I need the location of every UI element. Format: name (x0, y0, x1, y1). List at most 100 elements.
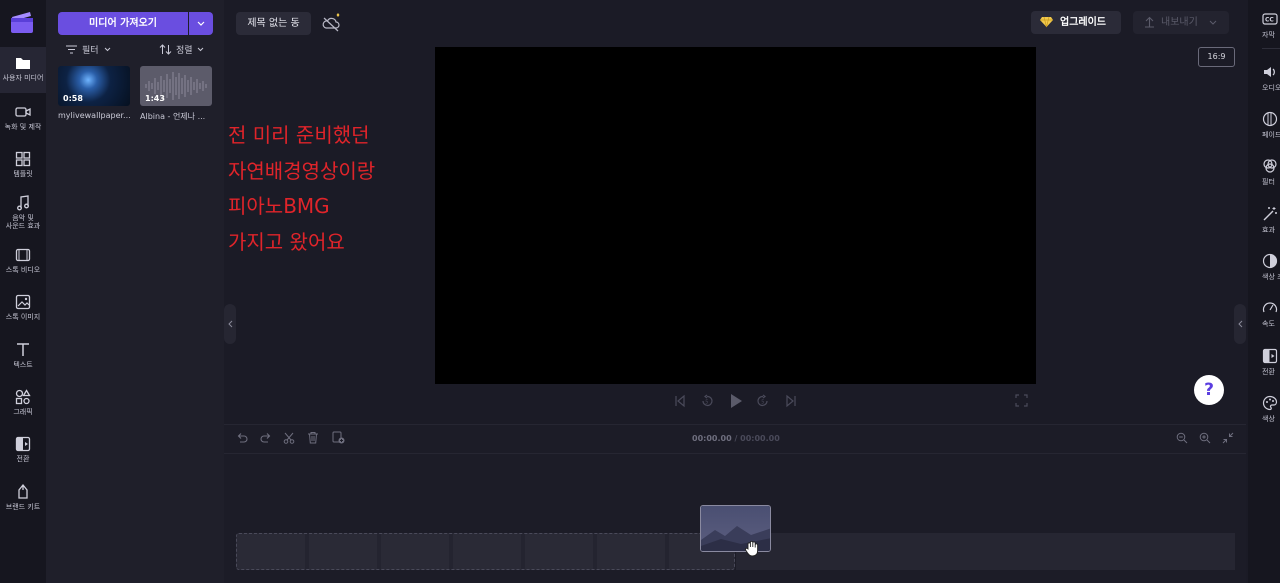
overlay-caption: 전 미리 준비했던 자연배경영상이랑 피아노BMG 가지고 왔어요 (228, 118, 375, 260)
rail-item-speed[interactable]: 속도 (1262, 300, 1280, 329)
sort-arrows-icon (159, 44, 172, 55)
rail-item-filters[interactable]: 필터 (1262, 158, 1280, 187)
scissors-icon[interactable] (283, 432, 295, 444)
rail-label: 사용자 미디어 (2, 74, 44, 82)
app-logo-icon[interactable] (10, 12, 34, 34)
rail-item-color[interactable]: 색상 (1262, 395, 1280, 424)
svg-text:CC: CC (1265, 17, 1274, 24)
media-panel: 미디어 가져오기 필터 정렬 0:58 mylivewallpaper... 1… (46, 0, 224, 583)
filter-button[interactable]: 필터 (66, 43, 111, 56)
skip-back-icon[interactable] (673, 394, 687, 408)
rail-label: 스톡 이미지 (5, 313, 41, 321)
media-duration: 1:43 (145, 94, 165, 103)
zoom-in-icon[interactable] (1199, 432, 1211, 444)
filter-lines-icon (66, 45, 77, 54)
media-duration: 0:58 (63, 94, 83, 103)
caption-line: 자연배경영상이랑 (228, 158, 376, 183)
upgrade-button[interactable]: 업그레이드 (1031, 11, 1121, 34)
rail-item-stock-image[interactable]: 스톡 이미지 (0, 293, 46, 321)
timecode: 00:00.00 / 00:00.00 (692, 434, 780, 443)
transition-icon (1262, 348, 1278, 364)
rail-item-audio[interactable]: 오디오 (1262, 64, 1280, 93)
svg-text:5: 5 (705, 400, 708, 406)
rail-label: 그래픽 (13, 408, 33, 416)
cloud-sync-off-icon[interactable] (322, 12, 342, 34)
collapse-right-panel-button[interactable] (1234, 304, 1246, 344)
import-dropdown-button[interactable] (189, 12, 213, 35)
media-thumbnail[interactable]: 0:58 (58, 66, 130, 106)
rail-item-stock-video[interactable]: 스톡 비디오 (0, 246, 46, 274)
filter-label: 필터 (82, 46, 99, 56)
trash-icon[interactable] (307, 431, 319, 444)
rail-item-user-media[interactable]: 사용자 미디어 (0, 47, 46, 93)
rail-item-captions[interactable]: CC 자막 (1262, 11, 1280, 40)
rail-item-effects[interactable]: 효과 (1262, 206, 1280, 235)
upload-icon (1144, 16, 1155, 28)
color-adjust-icon (1262, 253, 1278, 269)
chevron-down-icon (197, 21, 205, 26)
project-title-button[interactable]: 제목 없는 동 (236, 12, 311, 35)
chevron-left-icon (228, 320, 233, 328)
filter-icon (1262, 158, 1278, 174)
rail-item-color-adjust[interactable]: 색상 조 (1262, 253, 1280, 282)
fade-icon (1262, 111, 1278, 127)
timeline-track[interactable] (736, 533, 1235, 570)
svg-text:5: 5 (761, 400, 764, 406)
rail-item-graphics[interactable]: 그래픽 (0, 388, 46, 416)
brand-kit-icon (14, 483, 32, 501)
folder-icon (14, 54, 32, 72)
speedometer-icon (1262, 300, 1278, 316)
export-button[interactable]: 내보내기 (1133, 11, 1229, 34)
rail-item-text[interactable]: 텍스트 (0, 341, 46, 369)
export-label: 내보내기 (1161, 17, 1198, 28)
templates-icon (14, 150, 32, 168)
play-icon[interactable] (729, 393, 743, 409)
chevron-down-icon (197, 47, 203, 52)
video-preview[interactable] (435, 47, 1036, 384)
rail-label: 자막 (1262, 31, 1275, 39)
fullscreen-icon[interactable] (1015, 394, 1028, 407)
help-button[interactable]: ? (1194, 375, 1224, 405)
text-icon (14, 341, 32, 359)
rail-item-brand-kit[interactable]: 브랜드 키트 (0, 483, 46, 511)
playback-controls: 5 5 (673, 393, 803, 409)
right-rail: CC 자막 오디오 페이드 필터 효과 색상 조 속도 전환 색상 (1248, 0, 1280, 583)
redo-icon[interactable] (260, 432, 272, 444)
image-icon (14, 293, 32, 311)
skip-forward-icon[interactable] (784, 394, 798, 408)
rail-item-record[interactable]: 녹화 및 제작 (0, 103, 46, 131)
rail-label: 녹화 및 제작 (4, 123, 42, 131)
forward-5s-icon[interactable]: 5 (756, 394, 770, 408)
collapse-left-panel-button[interactable] (224, 304, 236, 344)
timeline-drop-zone[interactable] (236, 533, 735, 570)
transition-icon (14, 435, 32, 453)
collapse-timeline-icon[interactable] (1222, 432, 1234, 444)
undo-icon[interactable] (236, 432, 248, 444)
shapes-icon (14, 388, 32, 406)
rail-item-transitions[interactable]: 전환 (0, 435, 46, 463)
rewind-5s-icon[interactable]: 5 (700, 394, 714, 408)
rail-item-transitions[interactable]: 전환 (1262, 348, 1280, 377)
rail-label: 전환 (1262, 368, 1275, 376)
video-camera-icon (14, 103, 32, 121)
rail-item-templates[interactable]: 템플릿 (0, 150, 46, 178)
add-media-icon[interactable] (332, 431, 345, 444)
sort-button[interactable]: 정렬 (159, 43, 204, 56)
zoom-out-icon[interactable] (1176, 432, 1188, 444)
aspect-ratio-button[interactable]: 16:9 (1198, 47, 1235, 67)
import-media-button[interactable]: 미디어 가져오기 (58, 12, 188, 35)
media-thumbnail[interactable]: 1:43 (140, 66, 212, 106)
rail-label: 오디오 (1262, 84, 1280, 92)
rail-item-fade[interactable]: 페이드 (1262, 111, 1280, 140)
speaker-icon (1262, 64, 1278, 80)
rail-label: 효과 (1262, 226, 1275, 234)
rail-label: 음악 및 사운드 효과 (5, 214, 41, 230)
chevron-left-icon (1238, 320, 1243, 328)
film-icon (14, 246, 32, 264)
timecode-total: / 00:00.00 (734, 434, 780, 443)
music-note-icon (14, 194, 32, 212)
media-item[interactable]: 0:58 mylivewallpaper... (58, 66, 130, 120)
rail-label: 필터 (1262, 178, 1275, 186)
media-item[interactable]: 1:43 Albina - 언제나 ... (140, 66, 212, 122)
rail-item-music[interactable]: 음악 및 사운드 효과 (0, 194, 46, 230)
